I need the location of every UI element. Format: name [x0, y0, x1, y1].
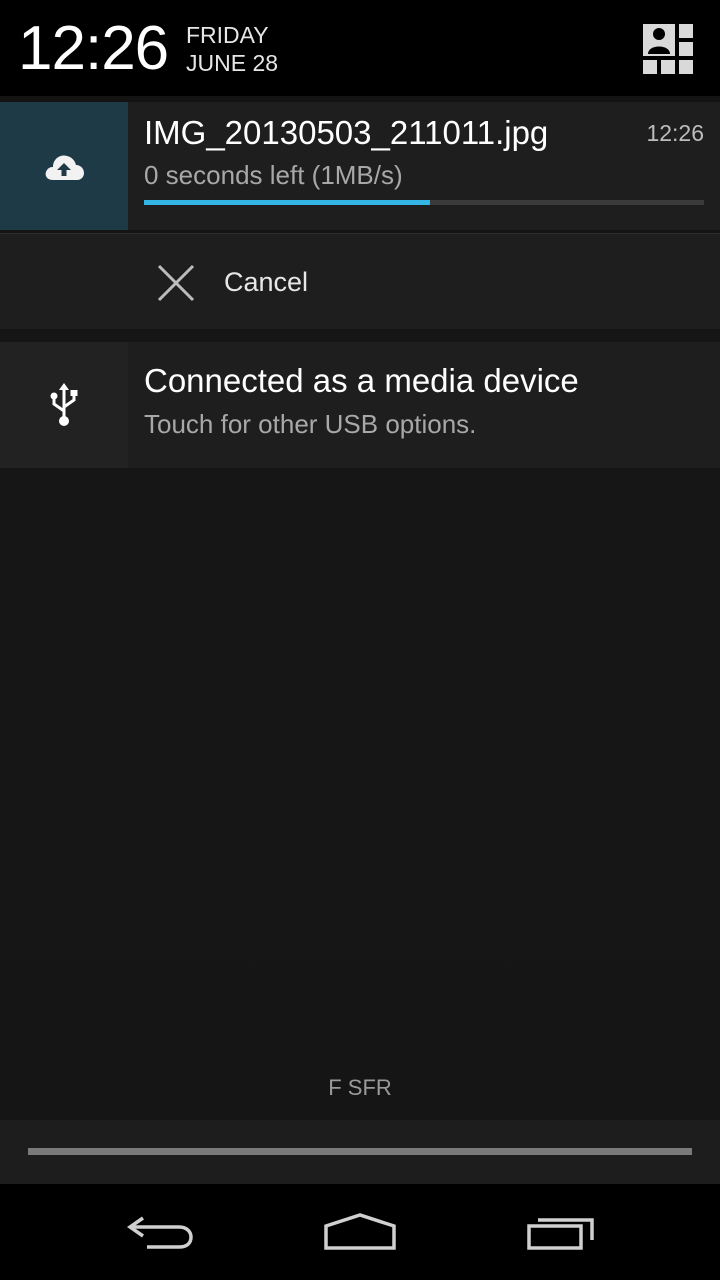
upload-time: 12:26 — [646, 120, 704, 146]
close-icon — [157, 264, 195, 302]
shade-handle-area — [0, 1120, 720, 1184]
home-button[interactable] — [312, 1200, 408, 1264]
usb-icon — [50, 383, 78, 426]
notification-shade: 12:26 FRIDAY JUNE 28 IMG_20130503_211011… — [0, 0, 720, 1280]
quick-settings-button[interactable] — [641, 22, 695, 76]
upload-title: IMG_20130503_211011.jpg — [144, 114, 549, 151]
upload-icon-tile — [0, 102, 128, 230]
upload-status: 0 seconds left (1MB/s) — [144, 160, 403, 190]
home-icon — [324, 1213, 396, 1250]
upload-progress-fill — [144, 200, 430, 205]
clock: 12:26 — [18, 14, 169, 83]
upload-notification[interactable]: IMG_20130503_211011.jpg 0 seconds left (… — [0, 102, 720, 230]
carrier-label: F SFR — [328, 1075, 392, 1100]
user-grid-icon — [643, 24, 693, 74]
date-block: FRIDAY JUNE 28 — [186, 21, 278, 77]
date-label: JUNE 28 — [186, 50, 279, 76]
usb-text: Touch for other USB options. — [144, 409, 477, 439]
day-label: FRIDAY — [186, 22, 269, 48]
navigation-bar — [0, 1184, 720, 1280]
cloud-upload-icon — [45, 155, 84, 180]
usb-title: Connected as a media device — [144, 362, 579, 399]
usb-icon-tile — [0, 342, 128, 468]
recents-button[interactable] — [514, 1200, 610, 1264]
shade-drag-handle[interactable] — [28, 1148, 692, 1155]
back-button[interactable] — [112, 1200, 208, 1264]
recents-icon — [527, 1218, 594, 1250]
cancel-upload-button[interactable]: Cancel — [0, 233, 720, 329]
shade-header: 12:26 FRIDAY JUNE 28 — [0, 0, 720, 96]
cancel-label: Cancel — [224, 267, 309, 297]
back-icon — [126, 1216, 193, 1249]
usb-notification[interactable]: Connected as a media device Touch for ot… — [0, 342, 720, 468]
upload-progress-bar — [144, 200, 704, 205]
